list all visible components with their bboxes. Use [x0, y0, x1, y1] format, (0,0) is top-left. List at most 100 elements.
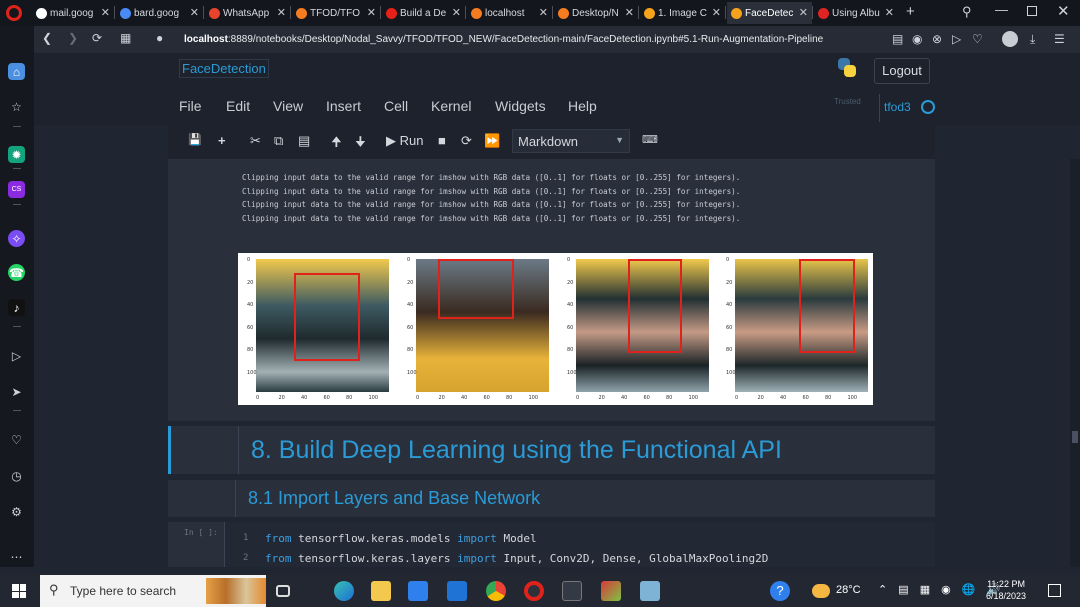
- terminal-icon[interactable]: [562, 581, 582, 601]
- snapshot-icon[interactable]: ▤: [892, 32, 903, 46]
- camera-icon[interactable]: ◉: [912, 32, 922, 46]
- site-info-icon[interactable]: ●: [156, 31, 163, 45]
- menu-view[interactable]: View: [273, 98, 303, 114]
- cut-icon[interactable]: ✂: [250, 133, 261, 149]
- restore-icon[interactable]: [1027, 6, 1037, 16]
- browser-tab[interactable]: mail.goog ✕: [32, 2, 114, 24]
- code-line[interactable]: from tensorflow.keras.models import Mode…: [265, 532, 537, 545]
- browser-tab[interactable]: FaceDetec ✕: [727, 2, 812, 24]
- close-tab-icon[interactable]: ✕: [539, 6, 548, 19]
- browser-tab[interactable]: localhost ✕: [467, 2, 552, 24]
- chrome-icon[interactable]: [486, 581, 506, 601]
- move-up-icon[interactable]: 🠉: [331, 133, 342, 155]
- browser-tab[interactable]: TFOD/TFO ✕: [292, 2, 380, 24]
- copy-icon[interactable]: ⧉: [274, 133, 283, 149]
- help-icon[interactable]: ?: [770, 581, 790, 601]
- kernel-name[interactable]: tfod3: [879, 94, 911, 122]
- search-tabs-icon[interactable]: ⚲: [962, 4, 972, 20]
- easy-setup-icon[interactable]: ☰: [1054, 32, 1065, 46]
- home-icon[interactable]: ⌂: [8, 63, 25, 80]
- interrupt-icon[interactable]: ■: [438, 133, 446, 148]
- code-cell[interactable]: In [ ]: 1 from tensorflow.keras.models im…: [168, 522, 935, 567]
- browser-tab[interactable]: Using Albu ✕: [814, 2, 898, 24]
- logout-button[interactable]: Logout: [874, 58, 930, 84]
- markdown-cell-heading2[interactable]: 8.1 Import Layers and Base Network: [168, 480, 935, 517]
- browser-tab[interactable]: bard.goog ✕: [116, 2, 203, 24]
- whatsapp-icon[interactable]: ☎: [8, 264, 25, 281]
- messenger-icon[interactable]: ✧: [8, 230, 25, 247]
- browser-tab[interactable]: Desktop/N ✕: [554, 2, 638, 24]
- app-icon[interactable]: [640, 581, 660, 601]
- mail-icon[interactable]: [447, 581, 467, 601]
- menu-cell[interactable]: Cell: [384, 98, 408, 114]
- code-line[interactable]: from tensorflow.keras.layers import Inpu…: [265, 552, 768, 565]
- opera-logo-icon[interactable]: [6, 5, 22, 21]
- command-palette-icon[interactable]: ⌨: [642, 133, 658, 146]
- insert-cell-button[interactable]: +: [218, 133, 226, 148]
- chatgpt-icon[interactable]: ✹: [8, 146, 25, 163]
- player-icon[interactable]: ▷: [8, 347, 25, 364]
- minimize-icon[interactable]: —: [995, 2, 1008, 17]
- browser-tab[interactable]: WhatsApp ✕: [205, 2, 290, 24]
- menu-kernel[interactable]: Kernel: [431, 98, 471, 114]
- notebook-scrollbar[interactable]: [1070, 159, 1080, 567]
- menu-help[interactable]: Help: [568, 98, 597, 114]
- more-icon[interactable]: ⋯: [8, 548, 25, 565]
- save-icon[interactable]: 💾: [188, 133, 202, 146]
- new-tab-button[interactable]: +: [906, 3, 915, 20]
- notebook-title[interactable]: FaceDetection: [179, 59, 269, 78]
- close-tab-icon[interactable]: ✕: [452, 6, 461, 19]
- menu-insert[interactable]: Insert: [326, 98, 361, 114]
- store-icon[interactable]: [408, 581, 428, 601]
- restart-icon[interactable]: ⟳: [461, 133, 472, 149]
- weather-temp[interactable]: 28°C: [836, 584, 861, 596]
- task-view-icon[interactable]: [276, 585, 290, 597]
- scrollbar-thumb[interactable]: [1072, 431, 1078, 443]
- menu-widgets[interactable]: Widgets: [495, 98, 546, 114]
- browser-tab[interactable]: Build a De ✕: [382, 2, 465, 24]
- cell-type-select[interactable]: Markdown ▼: [512, 129, 630, 153]
- download-icon[interactable]: ⤓: [1030, 32, 1035, 47]
- close-tab-icon[interactable]: ✕: [799, 6, 808, 19]
- browser-tab[interactable]: 1. Image C ✕: [640, 2, 725, 24]
- close-window-icon[interactable]: ✕: [1057, 2, 1070, 20]
- close-tab-icon[interactable]: ✕: [277, 6, 286, 19]
- restart-run-all-icon[interactable]: ⏩: [484, 133, 500, 149]
- send-sidebar-icon[interactable]: ➤: [8, 383, 25, 400]
- windows-start-icon[interactable]: [12, 584, 26, 598]
- close-tab-icon[interactable]: ✕: [190, 6, 199, 19]
- taskbar-clock[interactable]: 11:22 PM 6/18/2023: [986, 578, 1026, 602]
- tiktok-icon[interactable]: ♪: [8, 299, 25, 316]
- forward-icon[interactable]: ❯: [68, 31, 78, 45]
- notifications-icon[interactable]: [1048, 584, 1061, 597]
- heart-sidebar-icon[interactable]: ♡: [8, 431, 25, 448]
- menu-file[interactable]: File: [179, 98, 202, 114]
- cs-app-icon[interactable]: CS: [8, 181, 25, 198]
- move-down-icon[interactable]: 🠋: [355, 133, 366, 155]
- profile-avatar[interactable]: [1002, 31, 1018, 47]
- close-tab-icon[interactable]: ✕: [367, 6, 376, 19]
- heart-icon[interactable]: ♡: [972, 32, 983, 46]
- opera-taskbar-icon[interactable]: [524, 581, 544, 601]
- send-icon[interactable]: ▷: [952, 32, 961, 46]
- run-button[interactable]: ▶ Run: [386, 133, 423, 149]
- menu-edit[interactable]: Edit: [226, 98, 250, 114]
- block-icon[interactable]: ⊗: [932, 32, 942, 46]
- reload-icon[interactable]: ⟳: [92, 31, 102, 45]
- close-tab-icon[interactable]: ✕: [101, 6, 110, 19]
- close-tab-icon[interactable]: ✕: [625, 6, 634, 19]
- code-editor[interactable]: 1 from tensorflow.keras.models import Mod…: [224, 522, 935, 567]
- url-field[interactable]: localhost:8889/notebooks/Desktop/Nodal_S…: [184, 34, 823, 45]
- trusted-indicator[interactable]: Trusted: [834, 97, 861, 106]
- star-icon[interactable]: ☆: [8, 98, 25, 115]
- close-tab-icon[interactable]: ✕: [712, 6, 721, 19]
- history-icon[interactable]: ◷: [8, 467, 25, 484]
- settings-icon[interactable]: ⚙: [8, 503, 25, 520]
- edge-icon[interactable]: [334, 581, 354, 601]
- markdown-cell-heading1[interactable]: 8. Build Deep Learning using the Functio…: [168, 426, 935, 474]
- paint-icon[interactable]: [601, 581, 621, 601]
- close-tab-icon[interactable]: ✕: [885, 6, 894, 19]
- back-icon[interactable]: ❮: [42, 31, 52, 45]
- paste-icon[interactable]: ▤: [298, 133, 310, 149]
- file-explorer-icon[interactable]: [371, 581, 391, 601]
